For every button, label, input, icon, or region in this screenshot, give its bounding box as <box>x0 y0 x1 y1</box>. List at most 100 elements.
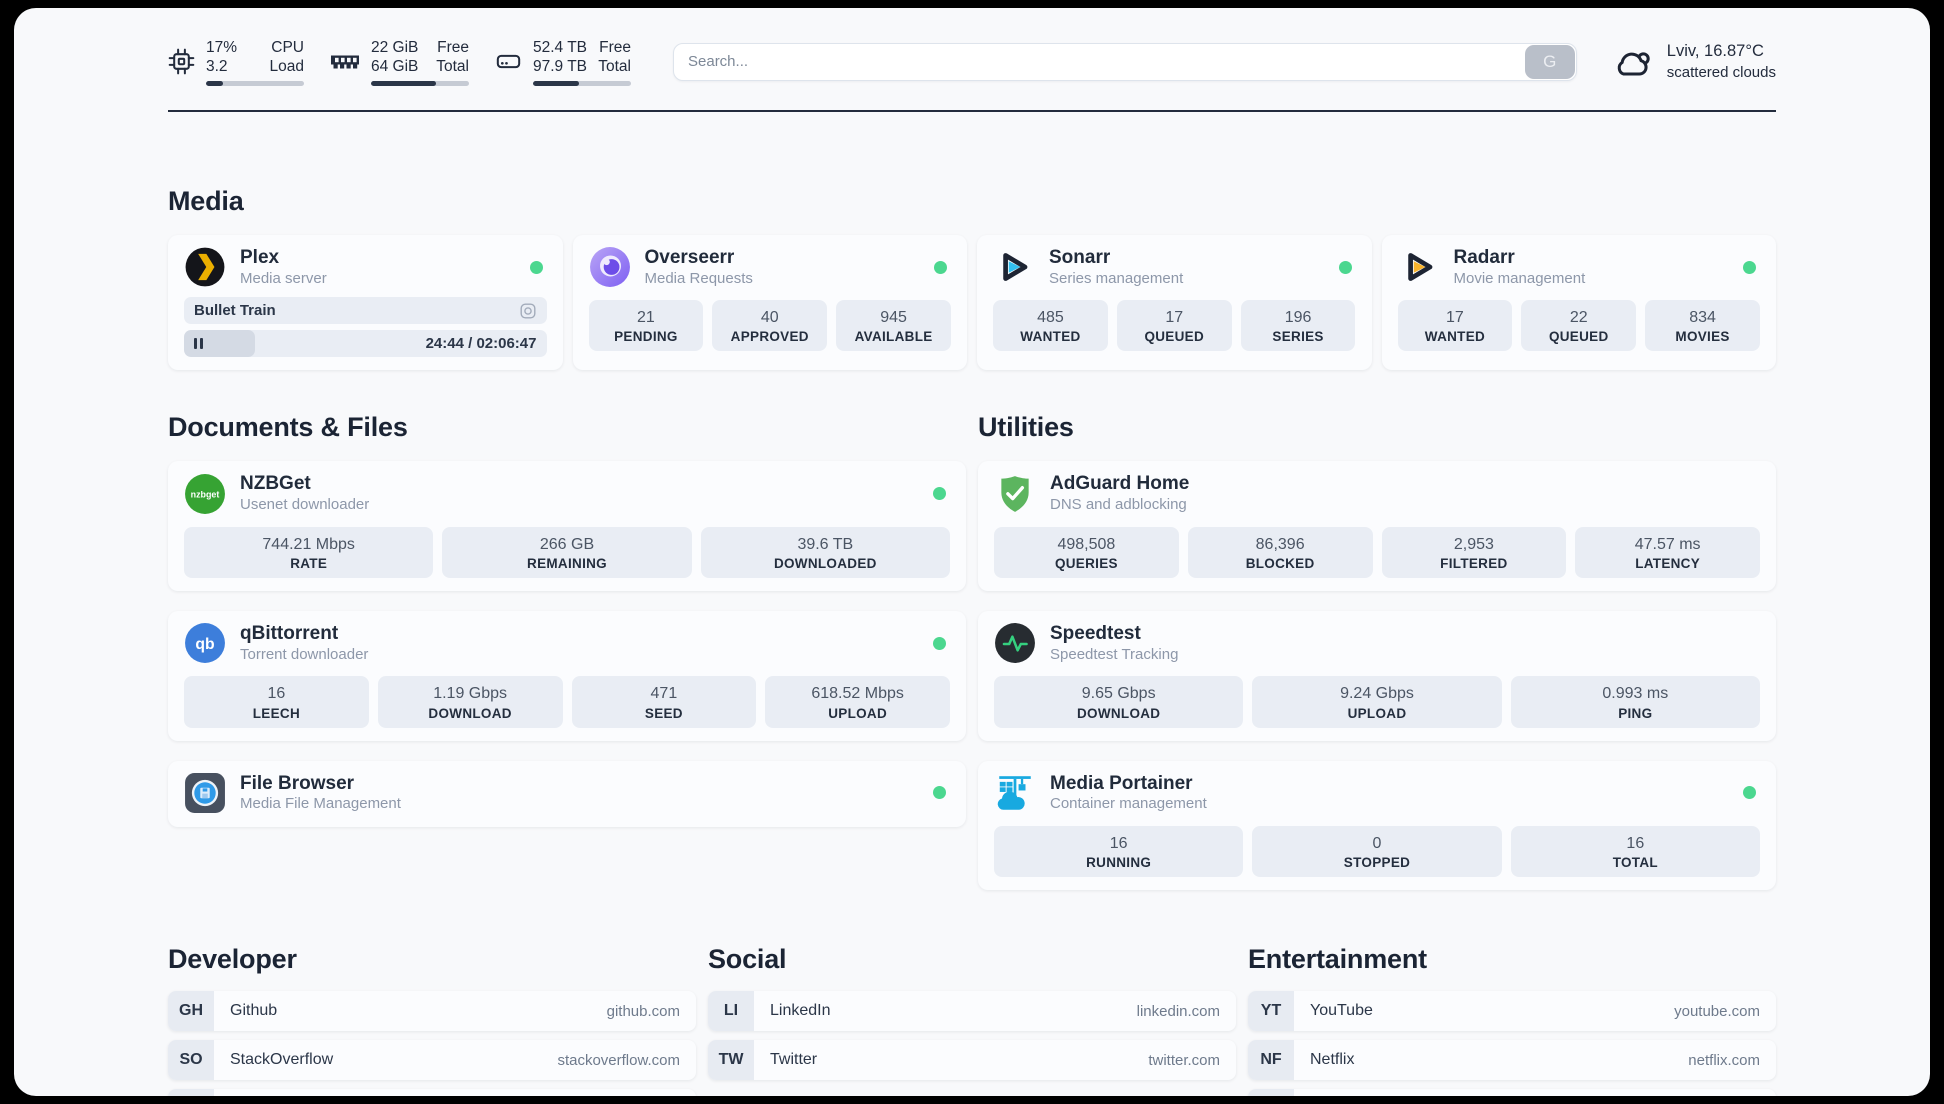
stat-total: 16 TOTAL <box>1510 826 1760 878</box>
stat-latency: 47.57 ms LATENCY <box>1575 526 1760 578</box>
link-badge: TW <box>708 1040 754 1081</box>
app-card-radarr[interactable]: Radarr Movie management 17 WANTED 22 QUEUE… <box>1381 234 1776 371</box>
playback-progress-row: 24:44 / 02:06:47 <box>184 330 547 358</box>
svg-text:qb: qb <box>195 636 214 653</box>
disk-free-label: Free <box>599 39 631 56</box>
link-netflix[interactable]: NF Netflix netflix.com <box>1248 1040 1776 1081</box>
app-name: Speedtest <box>1050 622 1141 644</box>
cloud-icon <box>1617 52 1650 76</box>
section-developer: Developer GH Github github.com SO StackO… <box>168 944 696 1096</box>
app-name: NZBGet <box>240 473 311 495</box>
app-subtitle: DNS and adblocking <box>1050 496 1187 513</box>
documents-section-title: Documents & Files <box>168 412 408 443</box>
section-utilities: Utilities AdGuard Home DNS and adblockin… <box>978 412 1776 891</box>
search-container: G <box>673 42 1577 81</box>
app-name: Overseerr <box>644 246 735 268</box>
link-name: YouTube <box>1310 1002 1373 1020</box>
status-dot <box>933 487 946 500</box>
stat-seed: 471 SEED <box>571 676 757 728</box>
link-name: StackOverflow <box>230 1051 334 1069</box>
link-badge: NF <box>1248 1040 1294 1081</box>
app-subtitle: Torrent downloader <box>240 645 369 663</box>
app-subtitle: Media server <box>240 269 327 287</box>
app-card-plex[interactable]: Plex Media server Bullet Train 24:44 / 0… <box>168 234 563 371</box>
disk-free: 52.4 TB <box>533 39 588 56</box>
media-section-title: Media <box>168 185 244 216</box>
top-bar: 17% CPU 3.2 Load 22 GiB Free 64 GiB Tota… <box>168 38 1776 86</box>
link-stackoverflow[interactable]: SO StackOverflow stackoverflow.com <box>168 1040 696 1081</box>
now-playing-row: Bullet Train <box>184 297 547 325</box>
stat-upload: 9.24 Gbps UPLOAD <box>1252 676 1502 728</box>
app-name: Plex <box>240 246 280 268</box>
status-dot <box>1338 260 1352 274</box>
cpu-icon <box>168 49 195 75</box>
stat-approved: 40 APPROVED <box>712 300 828 352</box>
app-card-sonarr[interactable]: Sonarr Series management 485 WANTED 17 QUE… <box>977 234 1372 371</box>
app-subtitle: Media Requests <box>644 269 753 287</box>
link-twitter[interactable]: TW Twitter twitter.com <box>708 1040 1236 1081</box>
app-card-portainer[interactable]: Media Portainer Container management 16 R… <box>978 760 1776 891</box>
app-card-overseerr[interactable]: Overseerr Media Requests 21 PENDING 40 APP… <box>572 234 967 371</box>
status-dot <box>1743 260 1756 274</box>
link-dev[interactable]: DT DEV dev.to <box>168 1089 696 1096</box>
ram-total: 64 GiB <box>371 58 419 76</box>
overseerr-icon <box>589 246 631 288</box>
app-name: Sonarr <box>1049 246 1111 268</box>
stat-movies: 834 MOVIES <box>1645 300 1760 352</box>
disk-total-label: Total <box>598 58 631 76</box>
search-engine-button[interactable]: G <box>1524 44 1575 79</box>
link-badge: DT <box>168 1089 214 1096</box>
status-dot <box>1743 786 1756 800</box>
stat-downloaded: 39.6 TB DOWNLOADED <box>700 526 950 578</box>
pause-icon[interactable] <box>194 338 203 350</box>
radarr-icon <box>1398 246 1440 288</box>
ram-icon <box>331 55 359 69</box>
qbittorrent-icon: qb <box>184 622 226 664</box>
svg-text:nzbget: nzbget <box>191 489 220 499</box>
cpu-load: 3.2 <box>206 58 228 76</box>
link-name: Github <box>230 1002 278 1020</box>
weather-widget: Lviv, 16.87°C scattered clouds <box>1613 41 1776 82</box>
link-github[interactable]: GH Github github.com <box>168 991 696 1032</box>
cpu-percent: 17% <box>206 39 238 56</box>
app-subtitle: Media File Management <box>240 795 401 813</box>
stat-queued: 17 QUEUED <box>1116 300 1232 352</box>
app-name: Radarr <box>1453 246 1515 268</box>
stat-queries: 498,508 QUERIES <box>994 526 1179 578</box>
app-subtitle: Movie management <box>1453 269 1586 287</box>
link-badge: LI <box>708 991 754 1032</box>
video-camera-icon[interactable] <box>519 302 537 320</box>
stat-available: 945 AVAILABLE <box>836 300 951 352</box>
link-youtube[interactable]: YT YouTube youtube.com <box>1248 991 1776 1032</box>
link-name: Netflix <box>1310 1051 1355 1069</box>
entertainment-section-title: Entertainment <box>1248 944 1427 975</box>
social-section-title: Social <box>708 944 787 975</box>
app-card-qbittorrent[interactable]: qb qBittorrent Torrent downloader 16 LEEC… <box>168 610 966 741</box>
app-name: AdGuard Home <box>1050 473 1190 495</box>
utilities-section-title: Utilities <box>978 412 1074 443</box>
link-reddit[interactable]: RE Reddit reddit.com <box>1248 1089 1776 1096</box>
disk-total: 97.9 TB <box>533 58 588 76</box>
link-url: netflix.com <box>1688 1051 1760 1069</box>
weather-location-temp: Lviv, 16.87°C <box>1666 42 1764 61</box>
section-social: Social LI LinkedIn linkedin.com TW Twitt… <box>708 944 1236 1081</box>
portainer-icon <box>994 772 1036 814</box>
filebrowser-icon <box>184 772 226 814</box>
stat-rate: 744.21 Mbps RATE <box>184 526 434 578</box>
disk-icon <box>496 55 521 69</box>
link-badge: GH <box>168 991 214 1032</box>
stat-running: 16 RUNNING <box>994 826 1244 878</box>
app-card-adguard[interactable]: AdGuard Home DNS and adblocking 498,508 Q… <box>978 461 1776 591</box>
app-card-nzbget[interactable]: nzbget NZBGet Usenet downloader 744.21 M… <box>168 461 966 591</box>
disk-progress-bar <box>533 80 631 86</box>
search-input[interactable] <box>673 42 1577 81</box>
stat-upload: 618.52 Mbps UPLOAD <box>765 676 950 728</box>
app-card-speedtest[interactable]: Speedtest Speedtest Tracking 9.65 Gbps DO… <box>978 610 1776 741</box>
stat-ping: 0.993 ms PING <box>1510 676 1760 728</box>
status-dot <box>933 786 946 800</box>
link-linkedin[interactable]: LI LinkedIn linkedin.com <box>708 991 1236 1032</box>
stat-queued: 22 QUEUED <box>1521 300 1637 352</box>
dashboard-page: 17% CPU 3.2 Load 22 GiB Free 64 GiB Tota… <box>14 8 1930 1096</box>
app-card-filebrowser[interactable]: File Browser Media File Management <box>168 760 966 828</box>
stat-leech: 16 LEECH <box>184 676 369 728</box>
